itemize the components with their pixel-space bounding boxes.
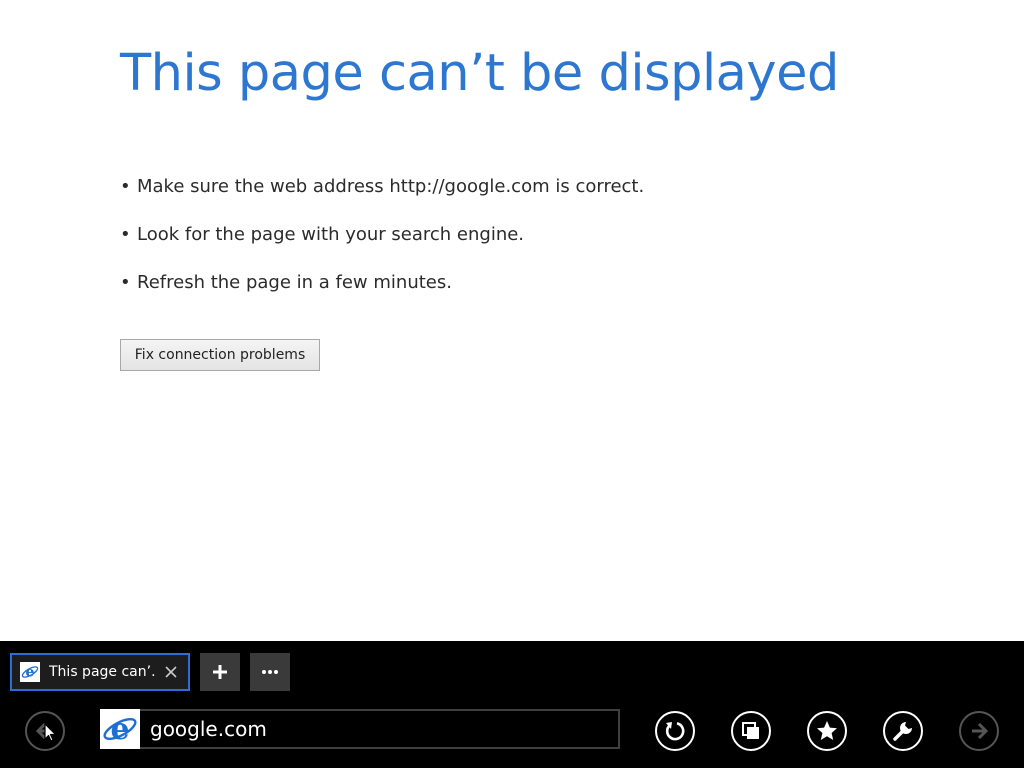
list-item: • Look for the page with your search engi… xyxy=(120,224,644,272)
suggestion-text: Refresh the page in a few minutes. xyxy=(137,272,452,293)
fix-connection-button[interactable]: Fix connection problems xyxy=(120,339,320,371)
page-title: This page can’t be displayed xyxy=(120,44,839,103)
bullet-icon: • xyxy=(120,224,131,245)
refresh-icon xyxy=(665,722,685,741)
refresh-button[interactable] xyxy=(655,711,695,751)
pin-icon xyxy=(742,722,759,739)
list-item: • Make sure the web address http://google… xyxy=(120,176,644,224)
forward-button[interactable] xyxy=(959,711,999,751)
new-tab-button[interactable] xyxy=(200,653,240,691)
bullet-icon: • xyxy=(120,176,131,197)
address-bar[interactable]: e xyxy=(100,709,620,749)
svg-text:e: e xyxy=(110,712,129,746)
pin-button[interactable] xyxy=(731,711,771,751)
suggestion-text: Make sure the web address http://google.… xyxy=(137,176,645,197)
page-tools-button[interactable] xyxy=(883,711,923,751)
wrench-icon xyxy=(893,722,912,741)
bullet-icon: • xyxy=(120,272,131,293)
suggestion-text: Look for the page with your search engin… xyxy=(137,224,525,245)
suggestion-list: • Make sure the web address http://google… xyxy=(120,176,644,320)
plus-icon xyxy=(213,665,227,679)
favorites-button[interactable] xyxy=(807,711,847,751)
mouse-cursor-icon xyxy=(44,723,57,742)
star-icon xyxy=(817,721,837,740)
error-page: This page can’t be displayed • Make sure … xyxy=(0,0,1024,641)
address-input[interactable] xyxy=(150,717,590,741)
ie-icon: e xyxy=(100,709,140,749)
ellipsis-icon xyxy=(262,670,278,674)
forward-arrow-icon xyxy=(972,722,989,740)
tab-label: This page can’... xyxy=(49,664,157,680)
svg-text:e: e xyxy=(26,665,35,681)
tab-this-page[interactable]: e This page can’... xyxy=(10,653,190,691)
tab-tools-button[interactable] xyxy=(250,653,290,691)
browser-window: This page can’t be displayed • Make sure … xyxy=(0,0,1024,768)
close-icon[interactable] xyxy=(163,664,179,680)
list-item: • Refresh the page in a few minutes. xyxy=(120,272,644,320)
ie-icon: e xyxy=(20,662,40,682)
